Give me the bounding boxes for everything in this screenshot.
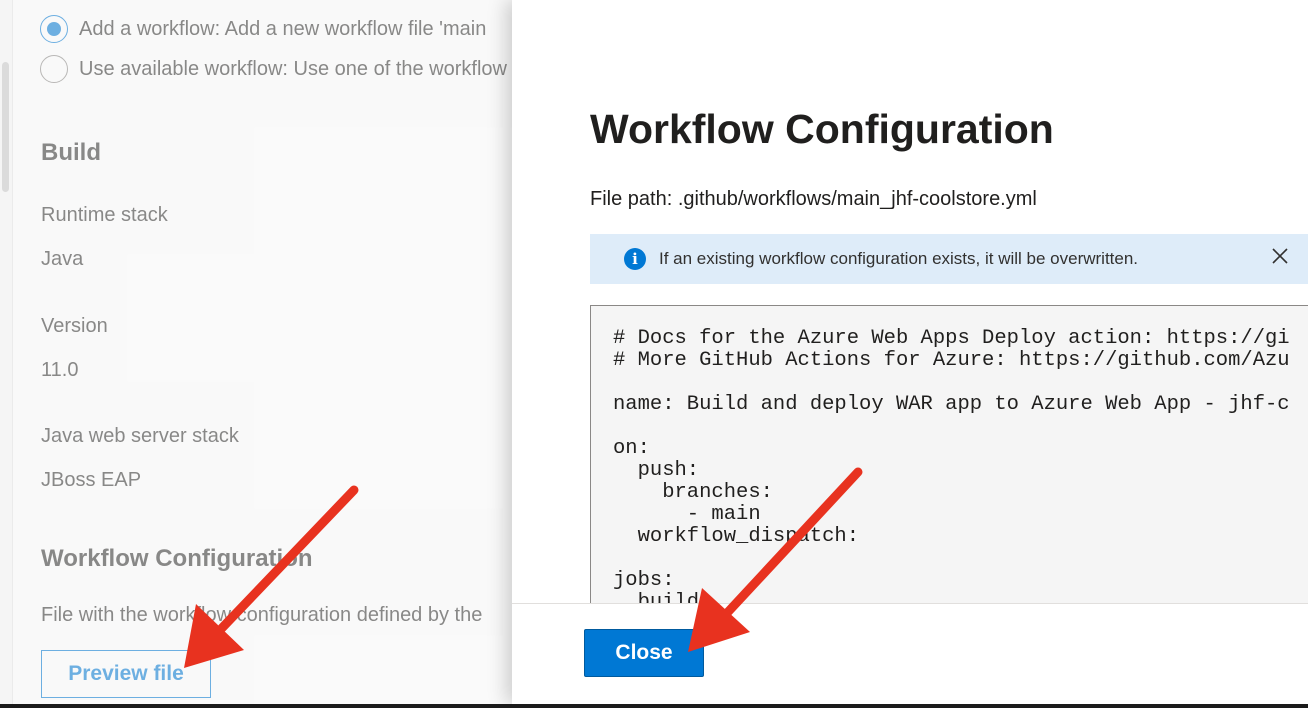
panel-title: Workflow Configuration bbox=[590, 106, 1054, 152]
panel-footer: Close bbox=[512, 603, 1308, 704]
code-line: on: bbox=[613, 437, 650, 460]
radio-use-available-workflow[interactable]: Use available workflow: Use one of the w… bbox=[40, 55, 507, 83]
info-message-bar: i If an existing workflow configuration … bbox=[590, 234, 1308, 284]
web-server-stack-value: JBoss EAP bbox=[41, 469, 142, 491]
runtime-stack-label: Runtime stack bbox=[41, 204, 168, 226]
close-button[interactable]: Close bbox=[584, 629, 704, 677]
workflow-configuration-section-title: Workflow Configuration bbox=[41, 545, 313, 572]
radio-use-available-workflow-label: Use available workflow: Use one of the w… bbox=[79, 57, 507, 80]
page-scrollbar-thumb[interactable] bbox=[2, 62, 9, 192]
radio-unchecked-icon[interactable] bbox=[40, 55, 68, 83]
close-icon[interactable] bbox=[1268, 246, 1292, 270]
version-label: Version bbox=[41, 315, 108, 337]
workflow-configuration-description: File with the workflow configuration def… bbox=[41, 604, 483, 626]
preview-file-button[interactable]: Preview file bbox=[41, 650, 211, 698]
code-line: # More GitHub Actions for Azure: https:/… bbox=[613, 349, 1290, 372]
runtime-stack-value: Java bbox=[41, 248, 84, 270]
web-server-stack-label: Java web server stack bbox=[41, 425, 239, 447]
build-section-title: Build bbox=[41, 139, 101, 166]
code-line: # Docs for the Azure Web Apps Deploy act… bbox=[613, 327, 1290, 350]
page-scrollbar[interactable] bbox=[0, 0, 13, 708]
info-icon: i bbox=[624, 248, 646, 270]
radio-add-workflow-label: Add a workflow: Add a new workflow file … bbox=[79, 17, 487, 40]
workflow-code-preview[interactable]: # Docs for the Azure Web Apps Deploy act… bbox=[590, 305, 1308, 627]
version-value: 11.0 bbox=[41, 359, 79, 381]
code-line: branches: bbox=[613, 481, 773, 504]
code-line: workflow_dispatch: bbox=[613, 525, 860, 548]
configuration-page-overlay: Add a workflow: Add a new workflow file … bbox=[0, 0, 512, 708]
configuration-page: Add a workflow: Add a new workflow file … bbox=[0, 0, 512, 708]
workflow-configuration-panel: Workflow Configuration File path: .githu… bbox=[512, 0, 1308, 704]
dismiss-x-glyph bbox=[1272, 248, 1288, 264]
radio-add-workflow[interactable]: Add a workflow: Add a new workflow file … bbox=[40, 15, 486, 43]
screen-bottom-edge bbox=[0, 704, 1308, 708]
code-line: name: Build and deploy WAR app to Azure … bbox=[613, 393, 1290, 416]
info-message-text: If an existing workflow configuration ex… bbox=[659, 249, 1139, 268]
radio-checked-icon[interactable] bbox=[40, 15, 68, 43]
code-line: push: bbox=[613, 459, 700, 482]
code-line: - main bbox=[613, 503, 761, 526]
code-line: jobs: bbox=[613, 569, 675, 592]
file-path-text: File path: .github/workflows/main_jhf-co… bbox=[590, 188, 1037, 210]
